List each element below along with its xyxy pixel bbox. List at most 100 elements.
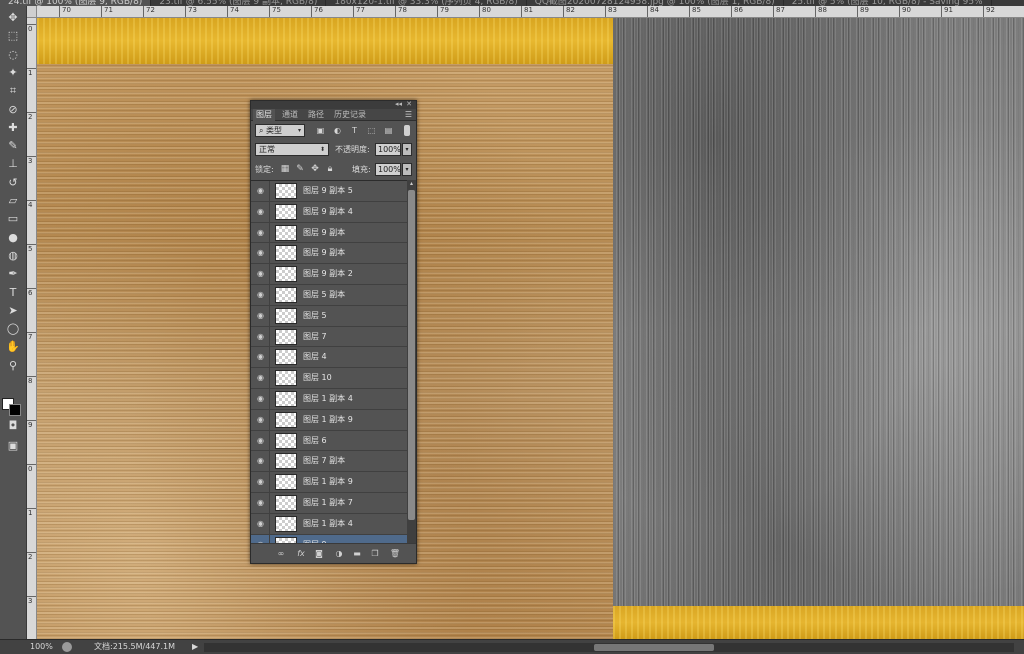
path-selection-tool-icon[interactable]: ➤ [4, 303, 22, 319]
magic-wand-tool-icon[interactable]: ✦ [4, 65, 22, 81]
pen-tool-icon[interactable]: ✒ [4, 266, 22, 282]
move-tool-icon[interactable]: ✥ [4, 10, 22, 26]
new-layer-icon[interactable]: ❐ [369, 548, 381, 560]
eye-icon[interactable]: ◉ [256, 519, 265, 528]
eye-icon[interactable]: ◉ [256, 456, 265, 465]
horizontal-scroll-thumb[interactable] [594, 644, 714, 651]
healing-brush-tool-icon[interactable]: ✚ [4, 120, 22, 136]
eye-icon[interactable]: ◉ [256, 248, 265, 257]
eyedropper-tool-icon[interactable]: ⊘ [4, 102, 22, 118]
layer-name[interactable]: 图层 7 [303, 331, 327, 343]
layer-name[interactable]: 图层 9 副本 [303, 247, 345, 259]
layer-row[interactable]: ◉ 图层 1 副本 4 [251, 513, 407, 535]
close-icon[interactable]: ✕ [406, 100, 412, 108]
adjustment-filter-icon[interactable]: ◐ [332, 125, 343, 136]
trash-icon[interactable]: 🗑︎ [389, 548, 401, 560]
layer-name[interactable]: 图层 9 副本 [303, 227, 345, 239]
hand-tool-icon[interactable]: ✋ [4, 339, 22, 355]
eye-icon[interactable]: ◉ [256, 394, 265, 403]
shape-filter-icon[interactable]: ⬚ [366, 125, 377, 136]
tab-history[interactable]: 历史记录 [331, 109, 369, 121]
quick-mask-icon[interactable]: ◘ [4, 418, 22, 434]
opacity-slider-toggle[interactable]: ▾ [402, 143, 412, 156]
layer-name[interactable]: 图层 1 副本 4 [303, 518, 353, 530]
eye-icon[interactable]: ◉ [256, 415, 265, 424]
layer-name[interactable]: 图层 4 [303, 351, 327, 363]
layer-row[interactable]: ◉ 图层 5 [251, 305, 407, 327]
layer-row[interactable]: ◉ 图层 7 副本 [251, 451, 407, 473]
filter-toggle[interactable] [404, 125, 410, 136]
fill-slider-toggle[interactable]: ▾ [402, 163, 412, 176]
layer-row[interactable]: ◉ 图层 6 [251, 430, 407, 452]
shape-tool-icon[interactable]: ◯ [4, 321, 22, 337]
horizontal-ruler[interactable]: 70 71 72 73 74 75 76 77 78 79 80 81 82 83 84 85 86 87 88 89… [37, 6, 1024, 18]
layer-row[interactable]: ◉ 图层 1 副本 9 [251, 472, 407, 493]
filter-kind-select[interactable]: ⌕ 类型 ▾ [255, 124, 305, 137]
layer-row[interactable]: ◉ 图层 9 副本 [251, 222, 407, 244]
type-tool-icon[interactable]: T [4, 285, 22, 301]
scroll-thumb[interactable] [408, 190, 415, 520]
layer-row[interactable]: ◉ 图层 1 副本 9 [251, 409, 407, 431]
layer-name[interactable]: 图层 1 副本 7 [303, 497, 353, 509]
history-brush-tool-icon[interactable]: ↺ [4, 175, 22, 191]
tab-layers[interactable]: 图层 [253, 109, 275, 121]
document-canvas[interactable] [37, 18, 1024, 639]
layer-row[interactable]: ◉ 图层 4 [251, 347, 407, 369]
ruler-origin[interactable] [27, 6, 37, 18]
smart-object-filter-icon[interactable]: ▤ [383, 125, 394, 136]
opacity-field[interactable]: 100% [375, 143, 401, 156]
brush-tool-icon[interactable]: ✎ [4, 138, 22, 154]
tab-channels[interactable]: 通道 [279, 109, 301, 121]
layer-row[interactable]: ◉ 图层 1 副本 7 [251, 492, 407, 514]
lasso-tool-icon[interactable]: ◌ [4, 47, 22, 63]
folder-icon[interactable]: ▬ [351, 548, 363, 560]
fx-icon[interactable]: fx [295, 548, 307, 560]
pixel-filter-icon[interactable]: ▣ [315, 125, 326, 136]
layer-row[interactable]: ◉ 图层 10 [251, 368, 407, 389]
horizontal-scrollbar[interactable] [204, 643, 1014, 652]
status-info-icon[interactable] [62, 642, 72, 652]
adjustment-icon[interactable]: ◑ [333, 548, 345, 560]
gradient-tool-icon[interactable]: ▭ [4, 211, 22, 227]
lock-all-icon[interactable]: 🔒︎ [324, 163, 336, 176]
layer-name[interactable]: 图层 1 副本 9 [303, 476, 353, 488]
link-icon[interactable]: ∞ [275, 548, 287, 560]
layer-name[interactable]: 图层 5 [303, 310, 327, 322]
layers-scrollbar[interactable]: ▴ [407, 180, 416, 544]
layer-row[interactable]: ◉ 图层 9 副本 2 [251, 264, 407, 285]
eye-icon[interactable]: ◉ [256, 352, 265, 361]
layer-row[interactable]: ◉ 图层 7 [251, 326, 407, 348]
fill-field[interactable]: 100% [375, 163, 401, 176]
tab-paths[interactable]: 路径 [305, 109, 327, 121]
mask-icon[interactable]: ◙ [313, 548, 325, 560]
layer-name[interactable]: 图层 1 副本 4 [303, 393, 353, 405]
document-size-info[interactable]: 文档:215.5M/447.1M [94, 640, 175, 654]
eye-icon[interactable]: ◉ [256, 269, 265, 278]
layer-name[interactable]: 图层 5 副本 [303, 289, 345, 301]
eye-icon[interactable]: ◉ [256, 373, 265, 382]
collapse-icon[interactable]: ◂◂ [395, 100, 402, 108]
blur-tool-icon[interactable]: ● [4, 230, 22, 246]
eye-icon[interactable]: ◉ [256, 228, 265, 237]
layer-row[interactable]: ◉ 图层 9 副本 4 [251, 201, 407, 223]
layer-row[interactable]: ◉ 图层 1 副本 4 [251, 388, 407, 410]
eraser-tool-icon[interactable]: ▱ [4, 193, 22, 209]
lock-position-icon[interactable]: ✥ [309, 163, 321, 176]
layer-name[interactable]: 图层 7 副本 [303, 455, 345, 467]
eye-icon[interactable]: ◉ [256, 207, 265, 216]
dodge-tool-icon[interactable]: ◍ [4, 248, 22, 264]
type-filter-icon[interactable]: T [349, 125, 360, 136]
layer-name[interactable]: 图层 9 副本 5 [303, 185, 353, 197]
screen-mode-icon[interactable]: ▣ [4, 438, 22, 454]
layer-name[interactable]: 图层 9 副本 2 [303, 268, 353, 280]
eye-icon[interactable]: ◉ [256, 498, 265, 507]
clone-stamp-tool-icon[interactable]: ⊥ [4, 156, 22, 172]
scroll-up-icon[interactable]: ▴ [407, 180, 416, 188]
zoom-level[interactable]: 100% [30, 640, 53, 654]
layer-name[interactable]: 图层 10 [303, 372, 332, 384]
marquee-tool-icon[interactable]: ⬚ [4, 28, 22, 44]
eye-icon[interactable]: ◉ [256, 332, 265, 341]
zoom-tool-icon[interactable]: ⚲ [4, 358, 22, 374]
layer-row[interactable]: ◉ 图层 5 副本 [251, 284, 407, 306]
layer-name[interactable]: 图层 6 [303, 435, 327, 447]
